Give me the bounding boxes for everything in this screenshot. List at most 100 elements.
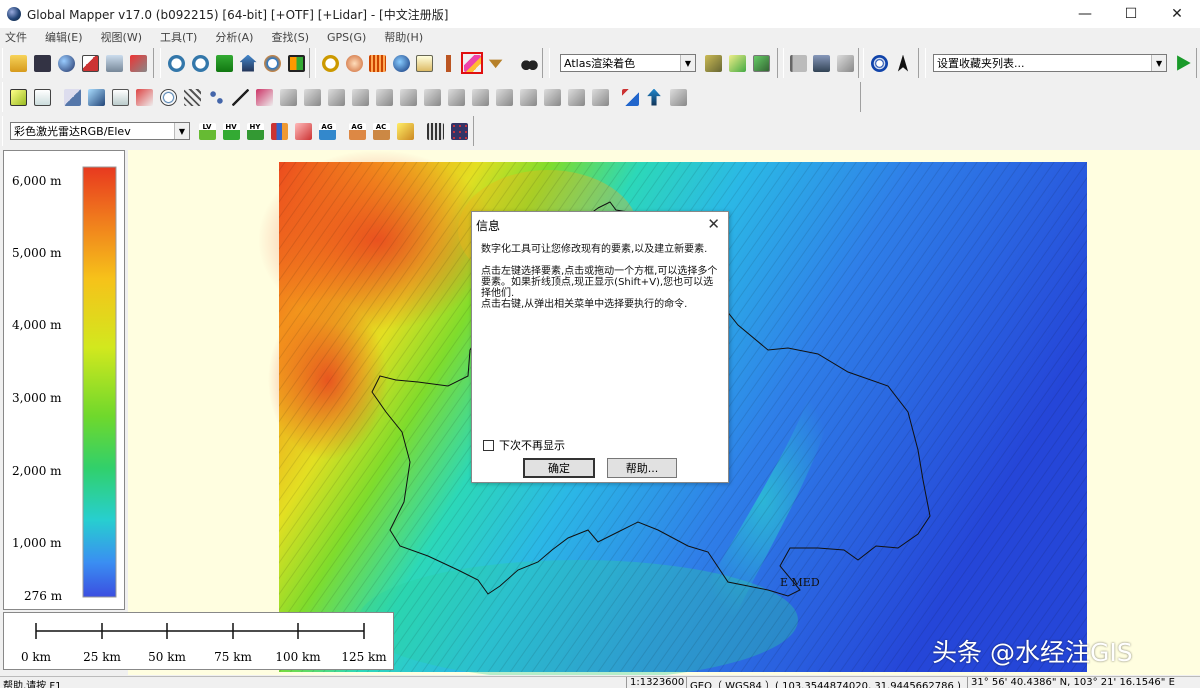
disabled-tool-10[interactable] <box>493 86 515 108</box>
create-ring-button[interactable] <box>157 86 179 108</box>
feature-info-button[interactable] <box>391 52 413 74</box>
lidar-hy-button[interactable]: HY <box>244 120 266 142</box>
online-data-button[interactable] <box>55 52 77 74</box>
disabled-tool-1[interactable] <box>277 86 299 108</box>
disabled-tool-14[interactable] <box>589 86 611 108</box>
3d-shade-button[interactable] <box>726 52 748 74</box>
disabled-tool-13[interactable] <box>565 86 587 108</box>
lidar-select[interactable]: 彩色激光雷达RGB/Elev ▼ <box>10 122 190 140</box>
create-rect-button[interactable] <box>109 86 131 108</box>
overlay-control-button[interactable] <box>79 52 101 74</box>
refresh-icon <box>263 54 281 72</box>
disabled-tool-6[interactable] <box>397 86 419 108</box>
config-button[interactable] <box>127 52 149 74</box>
3d-view-button[interactable] <box>518 52 540 74</box>
minimize-button[interactable]: — <box>1062 0 1108 28</box>
create-points-button[interactable] <box>205 86 227 108</box>
create-point-icon <box>33 88 51 106</box>
powerline-icon <box>294 122 312 140</box>
disabled-tool-11[interactable] <box>517 86 539 108</box>
undo-button[interactable] <box>667 86 689 108</box>
lidar-ac-button[interactable]: AC <box>370 120 392 142</box>
full-view-button[interactable] <box>237 52 259 74</box>
create-grid-button[interactable] <box>181 86 203 108</box>
tool-dropdown-button[interactable] <box>485 52 507 74</box>
grid-view-button[interactable] <box>285 52 307 74</box>
split-line-button[interactable] <box>253 86 275 108</box>
menu-analysis[interactable]: 分析(A) <box>210 29 258 45</box>
rotate-left-button[interactable] <box>619 86 641 108</box>
magnifier-icon <box>322 54 340 72</box>
pan-tool-button[interactable] <box>344 52 366 74</box>
run-favorite-button[interactable] <box>1172 52 1194 74</box>
menu-tools[interactable]: 工具(T) <box>155 29 202 45</box>
disabled-tool-4[interactable] <box>349 86 371 108</box>
disabled-tool-2[interactable] <box>301 86 323 108</box>
print-button[interactable] <box>103 52 125 74</box>
disabled-tool-9[interactable] <box>469 86 491 108</box>
lidar-water-button[interactable]: AG <box>316 120 338 142</box>
nav-disabled-button[interactable] <box>835 52 856 74</box>
legend-label: 1,000 m <box>12 536 62 550</box>
help-button[interactable]: 帮助... <box>607 458 677 478</box>
lidar-edit-button[interactable] <box>394 120 416 142</box>
rotate-up-button[interactable] <box>643 86 665 108</box>
measure-tool-button[interactable] <box>367 52 389 74</box>
lidar-ag-button[interactable]: AG <box>346 120 368 142</box>
path-profile-button[interactable] <box>414 52 436 74</box>
chevron-down-icon[interactable]: ▼ <box>174 123 189 139</box>
disabled-tool-5[interactable] <box>373 86 395 108</box>
lidar-building-button[interactable] <box>268 120 290 142</box>
favorites-select[interactable]: 设置收藏夹列表... ▼ <box>933 54 1168 72</box>
lidar-lv-button[interactable]: LV <box>196 120 218 142</box>
disabled-tool-8[interactable] <box>445 86 467 108</box>
lidar-filter-button[interactable] <box>424 120 446 142</box>
disabled-tool-7[interactable] <box>421 86 443 108</box>
checkbox-box[interactable] <box>483 439 494 451</box>
move-vertex-button[interactable] <box>229 86 251 108</box>
zoom-out-button[interactable] <box>189 52 211 74</box>
close-icon[interactable]: ✕ <box>707 215 720 233</box>
create-area-button[interactable] <box>61 86 83 108</box>
refresh-button[interactable] <box>261 52 283 74</box>
disabled-tool-12[interactable] <box>541 86 563 108</box>
close-window-button[interactable]: ✕ <box>1154 0 1200 28</box>
lidar-powerline-button[interactable] <box>292 120 314 142</box>
lidar-color-button[interactable] <box>448 120 470 142</box>
maximize-button[interactable]: ☐ <box>1108 0 1154 28</box>
menu-file[interactable]: 文件 <box>0 29 32 45</box>
zoom-tool-button[interactable] <box>320 52 342 74</box>
digitizer-tool-button[interactable] <box>461 52 483 74</box>
disabled-tool-icon <box>519 88 537 106</box>
ok-button[interactable]: 确定 <box>523 458 595 478</box>
menu-help[interactable]: 帮助(H) <box>379 29 428 45</box>
disabled-tool-3[interactable] <box>325 86 347 108</box>
view-shed-button[interactable] <box>438 52 460 74</box>
open-button[interactable] <box>7 52 29 74</box>
zoom-layer-button[interactable] <box>213 52 235 74</box>
chevron-down-icon[interactable]: ▼ <box>1151 55 1167 71</box>
menu-search[interactable]: 查找(S) <box>266 29 314 45</box>
chevron-down-icon[interactable]: ▼ <box>680 55 695 71</box>
menu-edit[interactable]: 编辑(E) <box>40 29 88 45</box>
shader-select[interactable]: Atlas渲染着色 ▼ <box>560 54 696 72</box>
nav-doc-button[interactable] <box>811 52 832 74</box>
menu-view[interactable]: 视图(W) <box>96 29 147 45</box>
hillshade-button[interactable] <box>702 52 724 74</box>
create-point-button[interactable] <box>31 86 53 108</box>
save-button[interactable] <box>31 52 53 74</box>
dont-show-again-checkbox[interactable]: 下次不再显示 <box>483 437 565 453</box>
create-line-button[interactable] <box>85 86 107 108</box>
lidar-hv-button[interactable]: HV <box>220 120 242 142</box>
zoom-in-button[interactable] <box>165 52 187 74</box>
gps-center-button[interactable] <box>868 52 890 74</box>
title-bar: Global Mapper v17.0 (b092215) [64-bit] [… <box>0 0 1200 28</box>
nav-back-button[interactable] <box>788 52 809 74</box>
legend-label: 4,000 m <box>12 318 62 332</box>
digitize-edit-button[interactable] <box>7 86 29 108</box>
north-arrow-button[interactable] <box>892 52 914 74</box>
contrast-button[interactable] <box>750 52 772 74</box>
create-circle-button[interactable] <box>133 86 155 108</box>
status-bar: 帮助,请按 F1 1:1323600 GEO（ WGS84 ）( 103.354… <box>0 676 1200 688</box>
menu-gps[interactable]: GPS(G) <box>322 31 371 44</box>
